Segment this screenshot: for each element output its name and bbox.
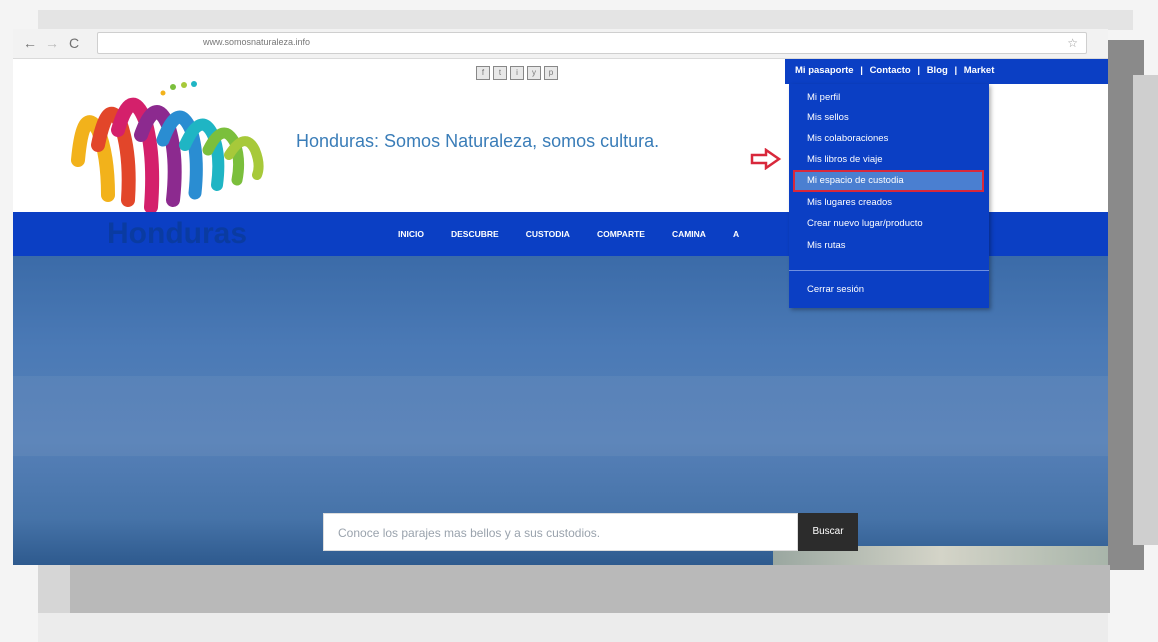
honduras-logo-icon[interactable] (63, 75, 283, 215)
address-bar[interactable]: www.somosnaturaleza.info ☆ (97, 32, 1087, 54)
bookmark-star-icon[interactable]: ☆ (1067, 36, 1078, 50)
frame-shadow (1133, 75, 1158, 545)
menu-item-mi-espacio-de-custodia[interactable]: Mi espacio de custodia (807, 175, 904, 186)
twitter-icon[interactable]: t (493, 66, 507, 80)
nav-item-comparte[interactable]: COMPARTE (597, 229, 645, 239)
menu-item-crear-nuevo-lugar[interactable]: Crear nuevo lugar/producto (807, 218, 923, 229)
nav-item-inicio[interactable]: INICIO (398, 229, 424, 239)
top-link-blog[interactable]: Blog (927, 65, 948, 76)
frame-shadow (38, 565, 70, 613)
top-link-market[interactable]: Market (964, 65, 995, 76)
menu-item-mis-sellos[interactable]: Mis sellos (807, 112, 849, 123)
menu-item-mis-lugares-creados[interactable]: Mis lugares creados (807, 197, 892, 208)
nav-item-truncated[interactable]: A (733, 229, 739, 239)
top-link-mi-pasaporte[interactable]: Mi pasaporte (795, 65, 854, 76)
top-links: Mi pasaporte | Contacto | Blog | Market (793, 65, 996, 76)
website: f t i y p Honduras: Somos Naturaleza, so… (13, 59, 1108, 565)
top-link-separator: | (860, 65, 863, 76)
pinterest-icon[interactable]: p (544, 66, 558, 80)
menu-item-mis-rutas[interactable]: Mis rutas (807, 240, 846, 251)
search-placeholder: Conoce los parajes mas bellos y a sus cu… (338, 526, 601, 540)
frame-shadow (70, 565, 1110, 613)
browser-window: ← → C www.somosnaturaleza.info ☆ f t i y… (13, 29, 1108, 565)
forward-icon[interactable]: → (43, 34, 61, 52)
facebook-icon[interactable]: f (476, 66, 490, 80)
reload-icon[interactable]: C (65, 34, 83, 52)
back-icon[interactable]: ← (21, 34, 39, 52)
instagram-icon[interactable]: i (510, 66, 524, 80)
screenshot-stage: ← → C www.somosnaturaleza.info ☆ f t i y… (0, 0, 1158, 642)
browser-toolbar: ← → C www.somosnaturaleza.info ☆ (13, 29, 1108, 59)
nav-item-camina[interactable]: CAMINA (672, 229, 706, 239)
menu-item-mi-perfil[interactable]: Mi perfil (807, 92, 840, 103)
arrow-right-icon (750, 148, 782, 170)
main-nav-items: INICIO DESCUBRE CUSTODIA COMPARTE CAMINA… (398, 229, 766, 239)
nav-item-descubre[interactable]: DESCUBRE (451, 229, 499, 239)
top-link-separator: | (917, 65, 921, 76)
menu-item-mis-colaboraciones[interactable]: Mis colaboraciones (807, 133, 888, 144)
logo-wordmark: Honduras (107, 217, 248, 250)
url-text: www.somosnaturaleza.info (203, 37, 311, 47)
passport-dropdown-menu: Mi perfil Mis sellos Mis colaboraciones … (789, 84, 989, 308)
top-link-contacto[interactable]: Contacto (870, 65, 911, 76)
top-link-separator: | (954, 65, 958, 76)
frame-shadow (38, 10, 1133, 30)
frame-shadow (38, 613, 1108, 642)
menu-divider (789, 270, 989, 271)
social-icons: f t i y p (476, 66, 558, 80)
search-input[interactable]: Conoce los parajes mas bellos y a sus cu… (323, 513, 798, 551)
menu-item-cerrar-sesion[interactable]: Cerrar sesión (807, 284, 864, 295)
nav-item-custodia[interactable]: CUSTODIA (526, 229, 570, 239)
youtube-icon[interactable]: y (527, 66, 541, 80)
menu-item-mis-libros-de-viaje[interactable]: Mis libros de viaje (807, 154, 883, 165)
hero-sea (13, 376, 1108, 456)
site-tagline: Honduras: Somos Naturaleza, somos cultur… (296, 131, 660, 151)
search-button[interactable]: Buscar (798, 513, 858, 551)
